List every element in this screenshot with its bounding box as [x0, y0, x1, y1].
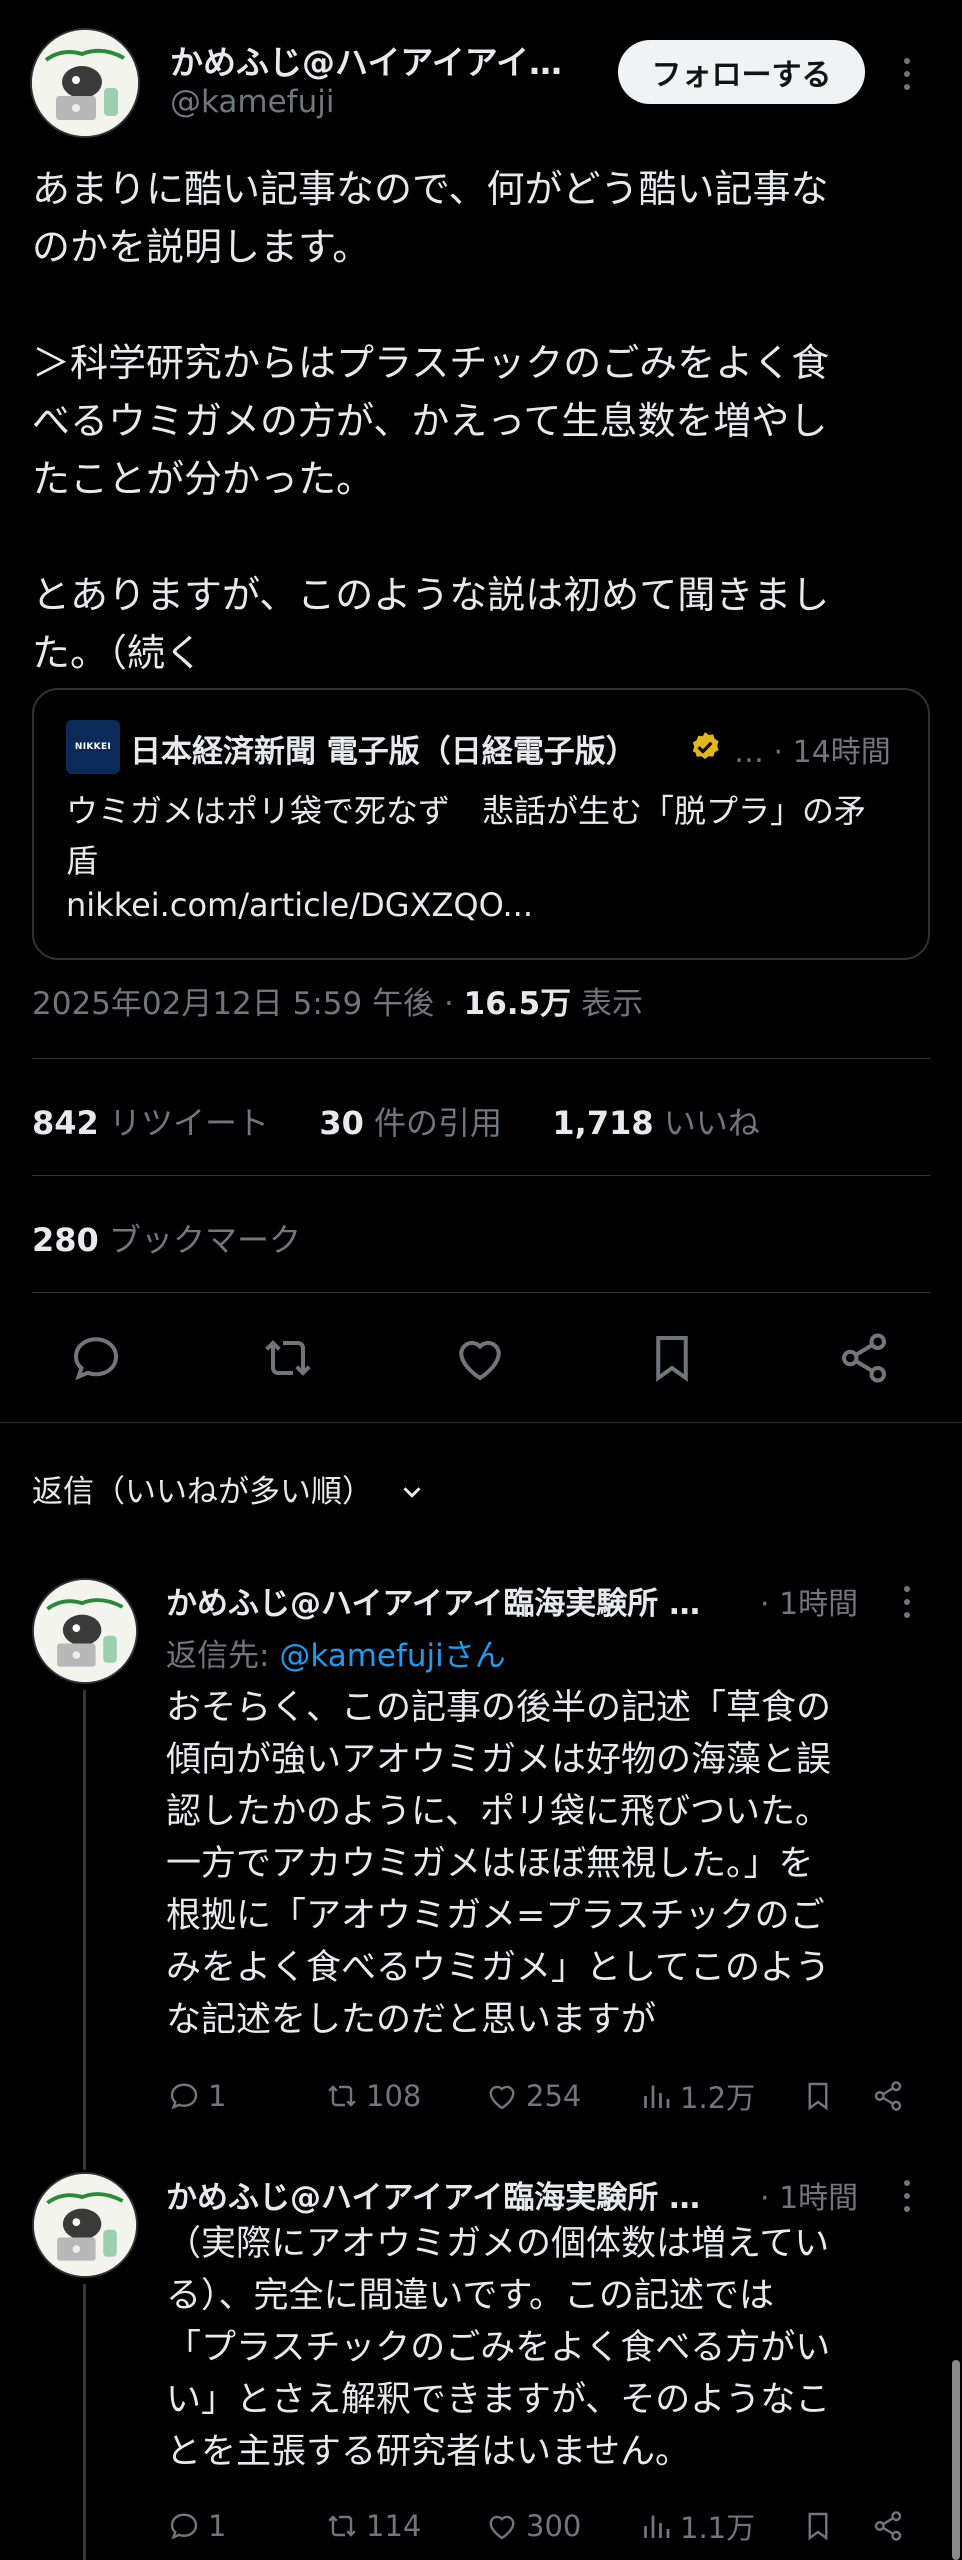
author-handle[interactable]: @kamefuji — [170, 84, 334, 120]
reply-text: おそらく、この記事の後半の記述「草食の 傾向が強いアオウミガメは好物の海藻と誤 … — [166, 1688, 832, 2040]
card-time: … · 14時間 — [734, 735, 891, 770]
divider — [32, 1292, 930, 1293]
reply-like-action[interactable]: 254 — [484, 2074, 581, 2118]
card-source-name: 日本経済新聞 電子版（日経電子版） — [130, 734, 637, 770]
reply-share-action[interactable] — [870, 2074, 906, 2118]
share-icon — [874, 2511, 902, 2541]
reply-author-name[interactable]: かめふじ@ハイアイアイ臨海実験所 … — [166, 1578, 700, 1623]
reply-actions: 1 108 254 1.2万 — [166, 2074, 916, 2118]
reply-retweet-action[interactable]: 114 — [324, 2504, 421, 2548]
reply-to-mention[interactable]: @kamefujiさん — [279, 1638, 505, 1674]
thread-line — [83, 2284, 86, 2560]
follow-button[interactable]: フォローする — [618, 40, 865, 104]
like-icon — [489, 2515, 515, 2540]
like-icon — [489, 2085, 515, 2110]
retweet-icon — [328, 2515, 356, 2537]
reply-share-action[interactable] — [870, 2504, 906, 2548]
divider — [0, 1422, 962, 1423]
card-url: nikkei.com/article/DGXZQO... — [66, 886, 533, 924]
replies-sort-selector[interactable]: 返信（いいねが多い順） — [32, 1466, 427, 1511]
more-options-icon[interactable] — [897, 58, 917, 90]
reply-avatar[interactable] — [32, 2172, 138, 2278]
verified-badge-icon — [692, 732, 719, 760]
avatar-image — [34, 1580, 136, 1682]
author-avatar[interactable] — [30, 28, 140, 138]
likes-stat[interactable]: 1,718 いいね — [552, 1104, 759, 1142]
reply-author-name[interactable]: かめふじ@ハイアイアイ臨海実験所 … — [166, 2172, 700, 2217]
chevron-down-icon — [403, 1487, 421, 1498]
share-icon[interactable] — [834, 1328, 894, 1388]
reply-icon — [170, 2083, 198, 2110]
reply-icon[interactable] — [66, 1328, 126, 1388]
tweet-text: あまりに酷い記事なので、何がどう酷い記事な のかを説明します。 ＞科学研究からは… — [32, 167, 830, 675]
reply-views-action[interactable]: 1.1万 — [638, 2504, 755, 2548]
more-options-icon[interactable] — [897, 1586, 917, 1618]
thread-line — [83, 1690, 86, 2170]
reply-icon — [170, 2513, 198, 2540]
avatar-image — [32, 30, 138, 136]
reply-avatar[interactable] — [32, 1578, 138, 1684]
more-options-icon[interactable] — [897, 2180, 917, 2212]
divider — [32, 1175, 930, 1176]
bookmark-icon — [808, 2082, 828, 2111]
reply-to-label: 返信先: @kamefujiさん — [166, 1638, 506, 1674]
reply-reply-action[interactable]: 1 — [166, 2074, 226, 2118]
reply-views-action[interactable]: 1.2万 — [638, 2074, 755, 2118]
link-card[interactable]: NIKKEI 日本経済新聞 電子版（日経電子版） … · 14時間 ウミガメはポ… — [32, 688, 930, 960]
scrollbar[interactable] — [952, 2360, 960, 2560]
reply-time[interactable]: · 1時間 — [760, 1579, 858, 1623]
reply-bookmark-action[interactable] — [800, 2504, 836, 2548]
card-title: ウミガメはポリ袋で死なず 悲話が生む「脱プラ」の矛盾 — [66, 792, 867, 880]
views-icon — [644, 2515, 670, 2538]
bookmarks-stat[interactable]: 280 ブックマーク — [32, 1215, 301, 1261]
author-display-name[interactable]: かめふじ@ハイアイアイ… — [170, 36, 562, 84]
views-label: 表示 — [571, 986, 644, 1022]
engagement-stats: 842 リツイート 30 件の引用 1,718 いいね — [32, 1098, 760, 1144]
retweets-stat[interactable]: 842 リツイート — [32, 1104, 269, 1142]
tweet-timestamp[interactable]: 2025年02月12日 5:59 午後 · — [32, 986, 464, 1022]
retweet-icon — [328, 2085, 356, 2107]
bookmark-icon[interactable] — [642, 1328, 702, 1388]
quotes-stat[interactable]: 30 件の引用 — [319, 1104, 502, 1142]
views-icon — [644, 2085, 670, 2108]
reply-reply-action[interactable]: 1 — [166, 2504, 226, 2548]
nikkei-logo: NIKKEI — [66, 720, 120, 774]
views-count: 16.5万 — [463, 986, 572, 1022]
like-icon[interactable] — [450, 1328, 510, 1388]
reply-bookmark-action[interactable] — [800, 2074, 836, 2118]
retweet-icon[interactable] — [258, 1328, 318, 1388]
tweet-meta: 2025年02月12日 5:59 午後 · 16.5万 表示 — [32, 978, 643, 1023]
reply-like-action[interactable]: 300 — [484, 2504, 581, 2548]
divider — [32, 1058, 930, 1059]
share-icon — [874, 2081, 902, 2111]
avatar-image — [34, 2174, 136, 2276]
bookmark-icon — [808, 2512, 828, 2541]
reply-text: （実際にアオウミガメの個体数は増えてい る）、完全に間違いです。この記述では 「… — [166, 2224, 831, 2472]
reply-retweet-action[interactable]: 108 — [324, 2074, 421, 2118]
reply-time[interactable]: · 1時間 — [760, 2173, 858, 2217]
reply-actions: 1 114 300 1.1万 — [166, 2504, 916, 2548]
